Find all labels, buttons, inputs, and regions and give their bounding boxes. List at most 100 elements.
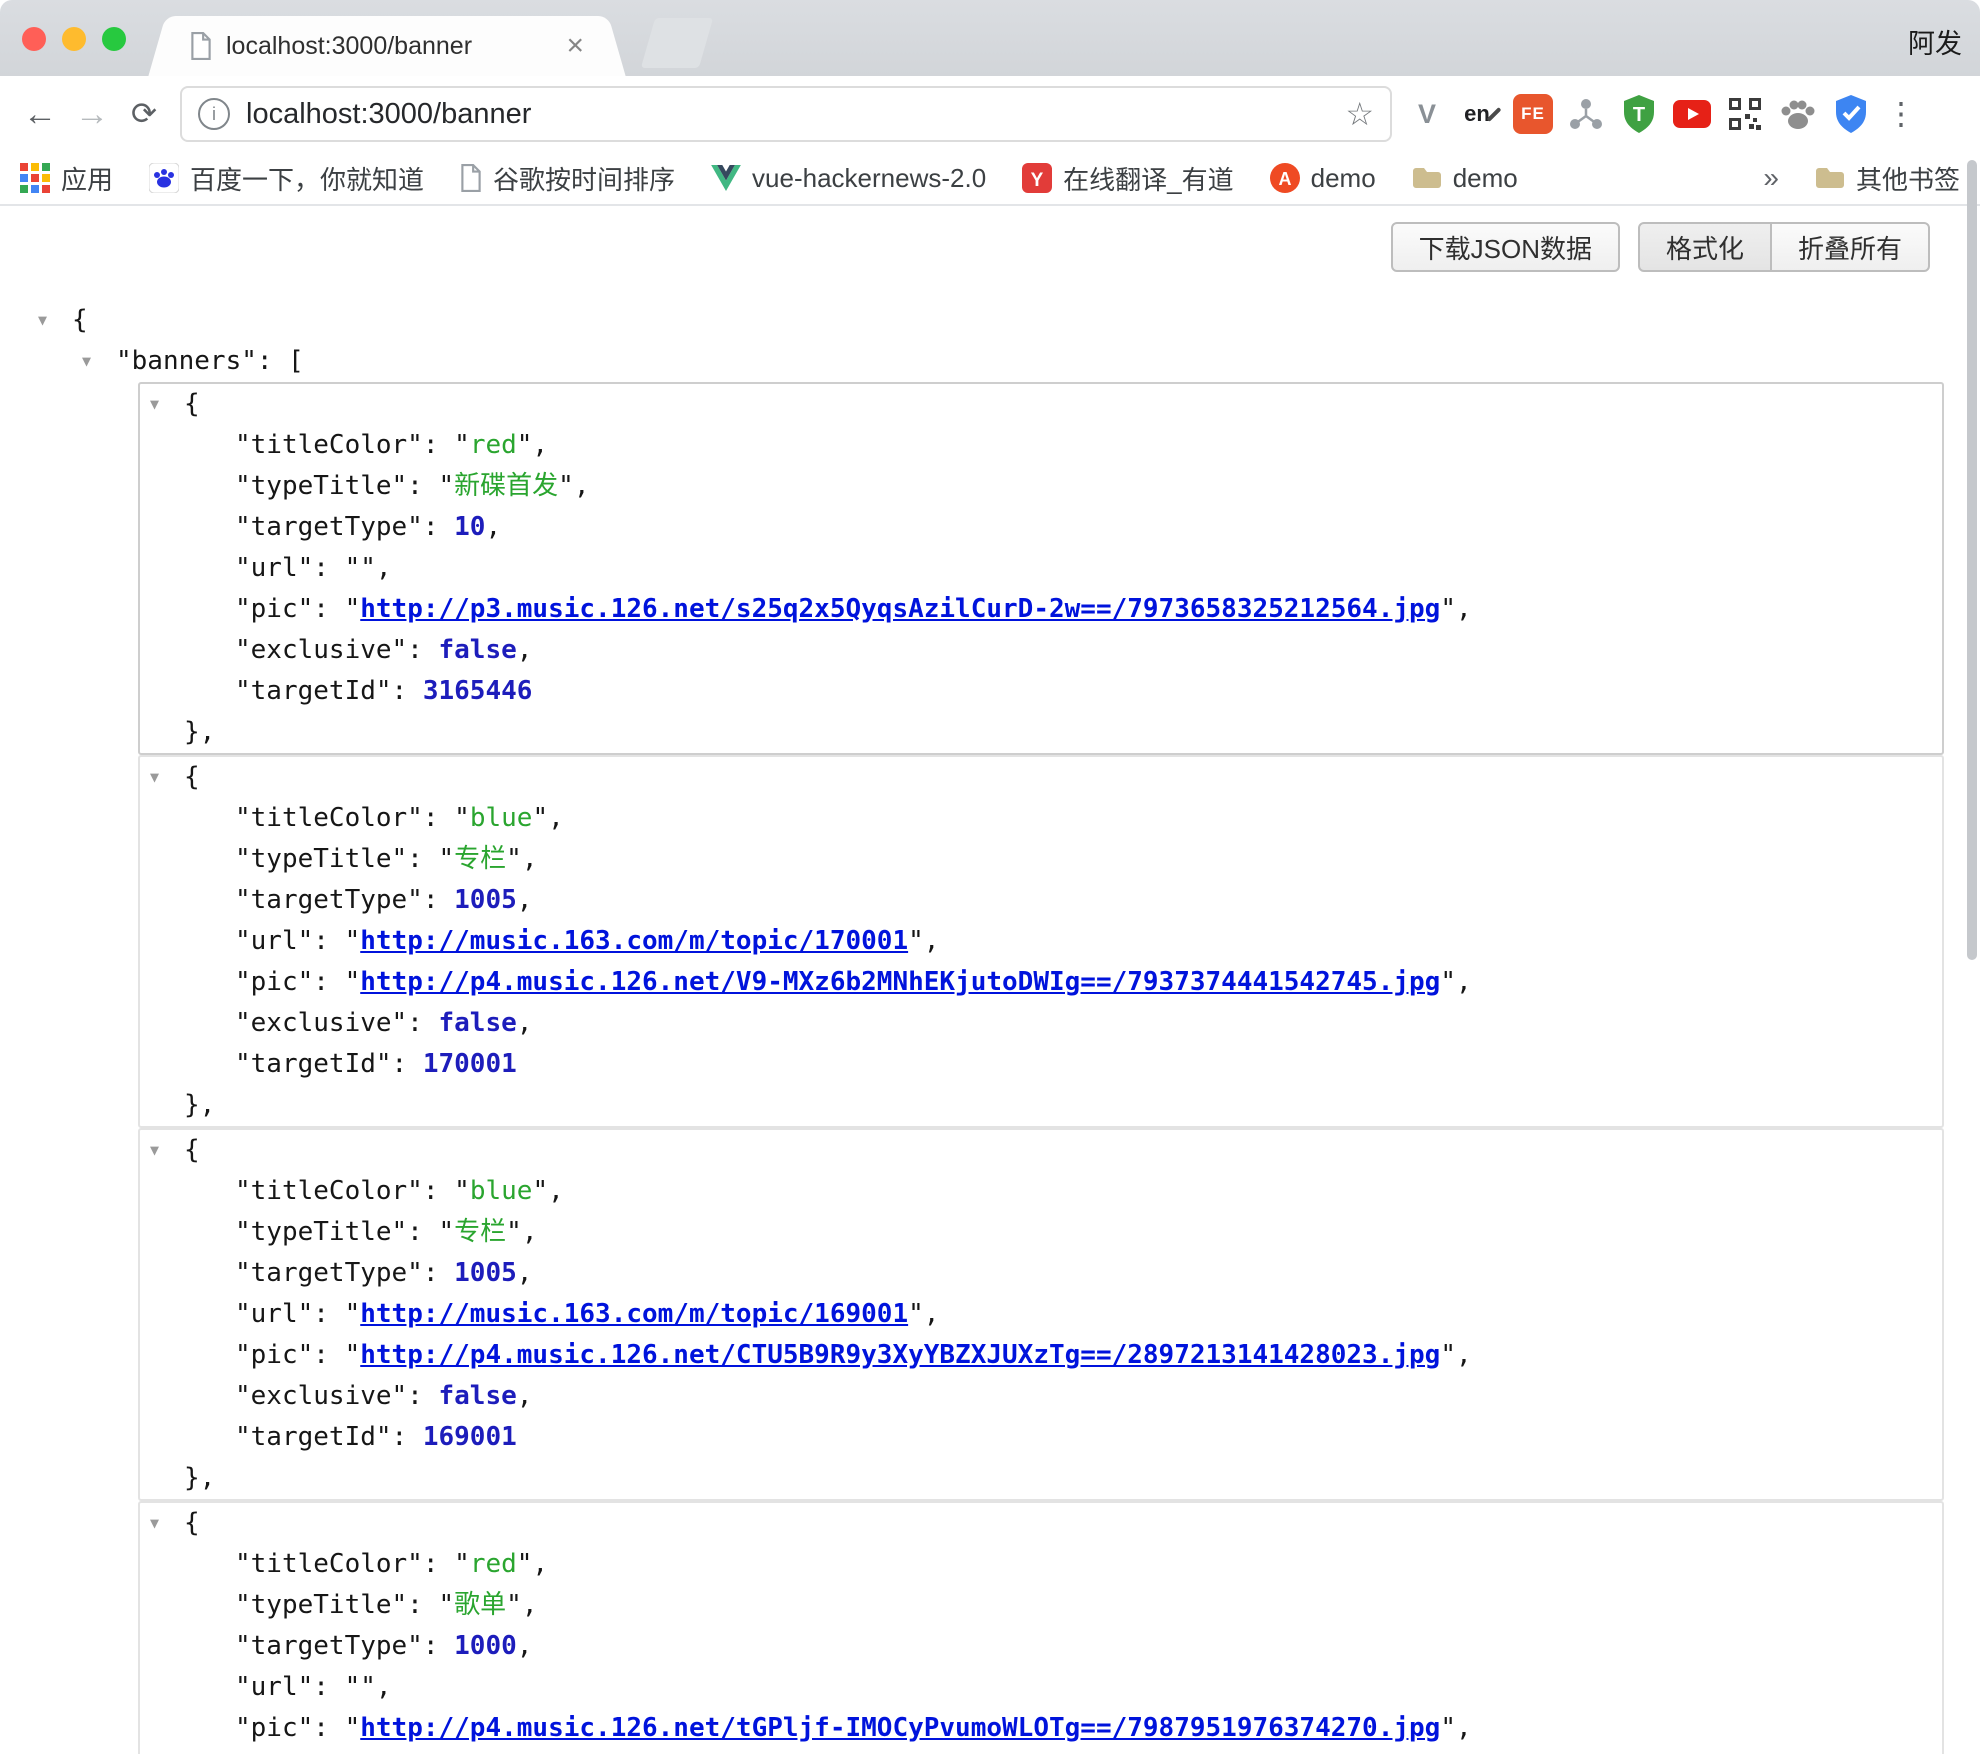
- org-chart-extension-icon[interactable]: [1563, 91, 1609, 137]
- json-string-value: 专栏: [454, 844, 506, 874]
- svg-text:T: T: [1633, 104, 1645, 126]
- youtube-extension-icon[interactable]: [1669, 91, 1715, 137]
- json-key: "exclusive":: [235, 1381, 439, 1411]
- browser-tab[interactable]: localhost:3000/banner ×: [172, 16, 602, 76]
- back-button[interactable]: ←: [14, 95, 66, 134]
- json-object: ▼{ "titleColor": "red", "typeTitle": "歌单…: [138, 1501, 1944, 1754]
- shield-check-extension-icon[interactable]: [1828, 91, 1874, 137]
- minimize-window-button[interactable]: [62, 27, 86, 51]
- collapse-all-button[interactable]: 折叠所有: [1770, 222, 1930, 272]
- json-url-link[interactable]: http://p3.music.126.net/s25q2x5QyqsAzilC…: [360, 594, 1440, 624]
- baidu-paw-icon: [149, 163, 179, 193]
- browser-window: localhost:3000/banner × 阿发 ← → ⟳ i local…: [0, 0, 1980, 1754]
- new-tab-button[interactable]: [641, 18, 713, 68]
- json-prop-line: "titleColor": "blue",: [140, 798, 1942, 839]
- json-object-close: },: [140, 1085, 1942, 1126]
- qr-code-extension-icon[interactable]: [1722, 91, 1768, 137]
- collapse-triangle-icon[interactable]: ▼: [150, 384, 184, 425]
- forward-button[interactable]: →: [66, 95, 118, 134]
- svg-text:Y: Y: [1031, 170, 1044, 191]
- json-punct: ",: [506, 1217, 537, 1247]
- other-bookmarks-folder[interactable]: 其他书签: [1815, 160, 1960, 197]
- json-prop-line: "targetId": 170001: [140, 1044, 1942, 1085]
- bookmark-youdao-translate[interactable]: Y 在线翻译_有道: [1022, 160, 1233, 197]
- json-viewer: ▼{ ▼"banners": [ ▼{ "titleColor": "red",…: [0, 300, 1980, 1754]
- bookmark-apps[interactable]: 应用: [20, 160, 113, 197]
- tab-strip: localhost:3000/banner × 阿发: [0, 0, 1980, 76]
- collapse-triangle-icon[interactable]: ▼: [150, 1130, 184, 1171]
- zoom-window-button[interactable]: [102, 27, 126, 51]
- green-shield-extension-icon[interactable]: T: [1616, 91, 1662, 137]
- json-prop-line: "targetId": 3165446: [140, 671, 1942, 712]
- json-number-value: 1000: [454, 1631, 517, 1661]
- json-url-link[interactable]: http://p4.music.126.net/tGPljf-IMOCyPvum…: [360, 1713, 1440, 1743]
- profile-name[interactable]: 阿发: [1908, 22, 1962, 61]
- scrollbar[interactable]: [1967, 160, 1977, 960]
- json-prop-line: "pic": "http://p4.music.126.net/CTU5B9R9…: [140, 1335, 1942, 1376]
- bookmarks-overflow-icon[interactable]: »: [1763, 162, 1779, 194]
- json-key: "pic": ": [235, 1340, 360, 1370]
- vimium-glyph: V: [1418, 99, 1436, 130]
- json-prop-line: "typeTitle": "专栏",: [140, 839, 1942, 880]
- json-number-value: 1005: [454, 1258, 517, 1288]
- json-url-link[interactable]: http://music.163.com/m/topic/170001: [360, 926, 908, 956]
- url-text[interactable]: localhost:3000/banner: [246, 98, 1345, 131]
- json-key: "targetType":: [235, 885, 454, 915]
- format-button[interactable]: 格式化: [1638, 222, 1772, 272]
- bookmark-awesomes[interactable]: A demo: [1270, 163, 1376, 194]
- chrome-menu-icon[interactable]: ⋮: [1881, 96, 1921, 132]
- json-url-link[interactable]: http://p4.music.126.net/V9-MXz6b2MNhEKju…: [360, 967, 1440, 997]
- json-prop-line: "exclusive": false,: [140, 1003, 1942, 1044]
- json-prop-line: "pic": "http://p4.music.126.net/V9-MXz6b…: [140, 962, 1942, 1003]
- json-key: "url": ": [235, 926, 360, 956]
- json-url-link[interactable]: http://music.163.com/m/topic/169001: [360, 1299, 908, 1329]
- json-prop-line: "pic": "http://p3.music.126.net/s25q2x5Q…: [140, 589, 1942, 630]
- json-punct: },: [184, 717, 215, 747]
- json-prop-line: "titleColor": "red",: [140, 425, 1942, 466]
- bookmarks-bar: 应用 百度一下，你就知道 谷歌按时间排序 vue-hackernews-2.0 …: [0, 152, 1980, 206]
- page-info-icon[interactable]: i: [198, 98, 230, 130]
- bookmark-baidu[interactable]: 百度一下，你就知道: [149, 160, 424, 197]
- json-prop-line: "url": "",: [140, 1667, 1942, 1708]
- bookmark-demo-folder[interactable]: demo: [1412, 163, 1518, 194]
- json-root-open: ▼{: [38, 300, 1944, 341]
- json-url-link[interactable]: http://p4.music.126.net/CTU5B9R9y3XyYBZX…: [360, 1340, 1440, 1370]
- bookmark-star-icon[interactable]: ☆: [1345, 95, 1374, 133]
- reload-button[interactable]: ⟳: [118, 96, 170, 132]
- json-key: "targetId":: [235, 1049, 423, 1079]
- json-key: "targetType":: [235, 1631, 454, 1661]
- json-prop-line: "targetType": 10,: [140, 507, 1942, 548]
- download-json-button[interactable]: 下载JSON数据: [1391, 222, 1620, 272]
- json-number-value: 169001: [423, 1422, 517, 1452]
- bookmark-label: 谷歌按时间排序: [493, 160, 675, 197]
- collapse-triangle-icon[interactable]: ▼: [82, 341, 116, 382]
- json-empty-string: "": [345, 1672, 376, 1702]
- folder-icon: [1412, 165, 1442, 191]
- navigation-bar: ← → ⟳ i localhost:3000/banner ☆ V en FE …: [0, 76, 1980, 152]
- tab-close-icon[interactable]: ×: [566, 31, 584, 61]
- json-prop-line: "targetType": 1005,: [140, 880, 1942, 921]
- close-window-button[interactable]: [22, 27, 46, 51]
- json-prop-line: "url": "",: [140, 548, 1942, 589]
- json-punct: ",: [517, 1549, 548, 1579]
- fe-glyph: FE: [1513, 94, 1553, 134]
- translate-extension-icon[interactable]: en: [1457, 91, 1503, 137]
- json-prop-line: "typeTitle": "专栏",: [140, 1212, 1942, 1253]
- json-key: "url":: [235, 553, 345, 583]
- collapse-triangle-icon[interactable]: ▼: [150, 757, 184, 798]
- collapse-triangle-icon[interactable]: ▼: [150, 1503, 184, 1544]
- paw-extension-icon[interactable]: [1775, 91, 1821, 137]
- bookmark-vue-hackernews[interactable]: vue-hackernews-2.0: [711, 163, 986, 194]
- en-glyph: en: [1464, 101, 1490, 127]
- collapse-triangle-icon[interactable]: ▼: [38, 300, 72, 341]
- json-number-value: 1005: [454, 885, 517, 915]
- json-punct: ,: [517, 1631, 533, 1661]
- json-key: "titleColor": ": [235, 1549, 470, 1579]
- bookmark-google-sort[interactable]: 谷歌按时间排序: [460, 160, 675, 197]
- vimium-extension-icon[interactable]: V: [1404, 91, 1450, 137]
- extensions-row: V en FE T ⋮: [1404, 91, 1921, 137]
- address-bar[interactable]: i localhost:3000/banner ☆: [180, 86, 1392, 142]
- json-string-value: red: [470, 430, 517, 460]
- fe-extension-icon[interactable]: FE: [1510, 91, 1556, 137]
- json-punct: ",: [908, 926, 939, 956]
